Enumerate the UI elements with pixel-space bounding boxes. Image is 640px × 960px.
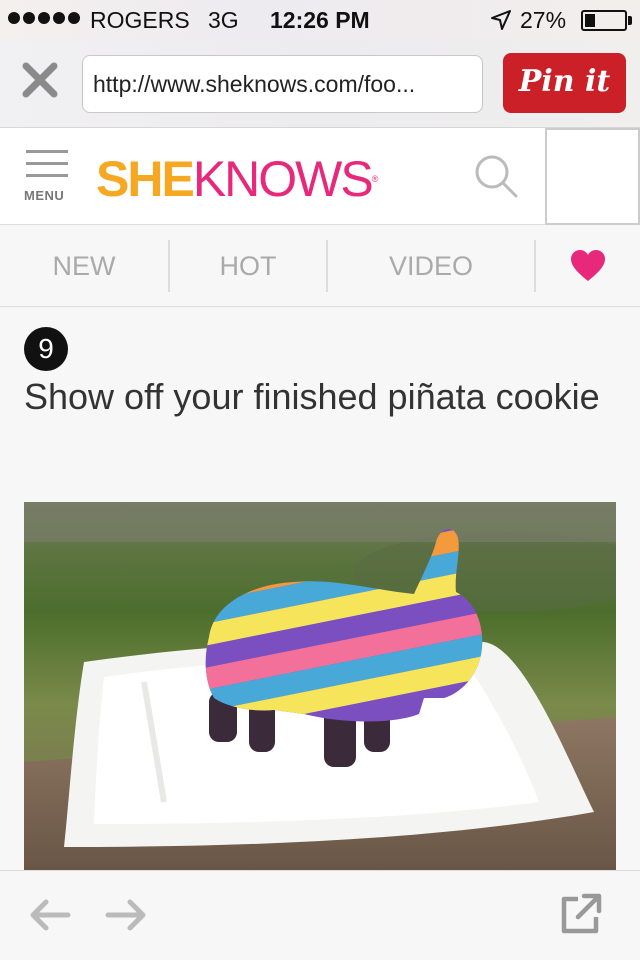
browser-toolbar: http://www.sheknows.com/foo... Pin it [0, 40, 640, 128]
battery-percentage: 27% [520, 7, 567, 33]
battery-icon [581, 10, 627, 31]
nav-tabs: NEW HOT VIDEO [0, 226, 640, 307]
location-arrow-icon [491, 10, 511, 30]
tab-video[interactable]: VIDEO [328, 226, 534, 307]
bottom-toolbar [0, 870, 640, 960]
sheknows-logo[interactable]: SHEKNOWS® [96, 151, 378, 207]
status-bar: ROGERS 3G 12:26 PM 27% [0, 0, 640, 40]
step-title: Show off your finished piñata cookie [24, 376, 600, 417]
network-type: 3G [208, 7, 239, 33]
signal-strength-icon [8, 12, 80, 24]
heart-icon [571, 249, 605, 281]
tab-hot[interactable]: HOT [170, 226, 326, 307]
forward-arrow-icon[interactable] [104, 897, 148, 933]
battery-tip [628, 16, 632, 25]
search-icon[interactable] [472, 152, 520, 200]
close-icon[interactable] [20, 60, 60, 100]
tab-favorites[interactable] [536, 226, 640, 307]
article-content: 9 Show off your finished piñata cookie [0, 307, 640, 870]
logo-she: SHE [96, 151, 195, 207]
pin-it-button[interactable]: Pin it [503, 53, 626, 113]
step-number-badge: 9 [24, 327, 68, 371]
battery-level-fill [585, 14, 595, 27]
header-placeholder-box[interactable] [545, 128, 640, 225]
url-field[interactable]: http://www.sheknows.com/foo... [82, 55, 483, 113]
menu-label: MENU [24, 188, 65, 203]
site-header: MENU SHEKNOWS® [0, 128, 640, 225]
logo-knows: KNOWS [192, 151, 374, 207]
carrier-name: ROGERS [90, 7, 190, 33]
clock: 12:26 PM [270, 7, 370, 33]
pinata-cookie-photo[interactable] [24, 502, 616, 870]
menu-button[interactable]: MENU [24, 150, 72, 206]
logo-registered-mark: ® [371, 174, 378, 184]
back-arrow-icon[interactable] [28, 897, 72, 933]
share-icon[interactable] [558, 891, 604, 937]
tab-new[interactable]: NEW [0, 226, 168, 307]
